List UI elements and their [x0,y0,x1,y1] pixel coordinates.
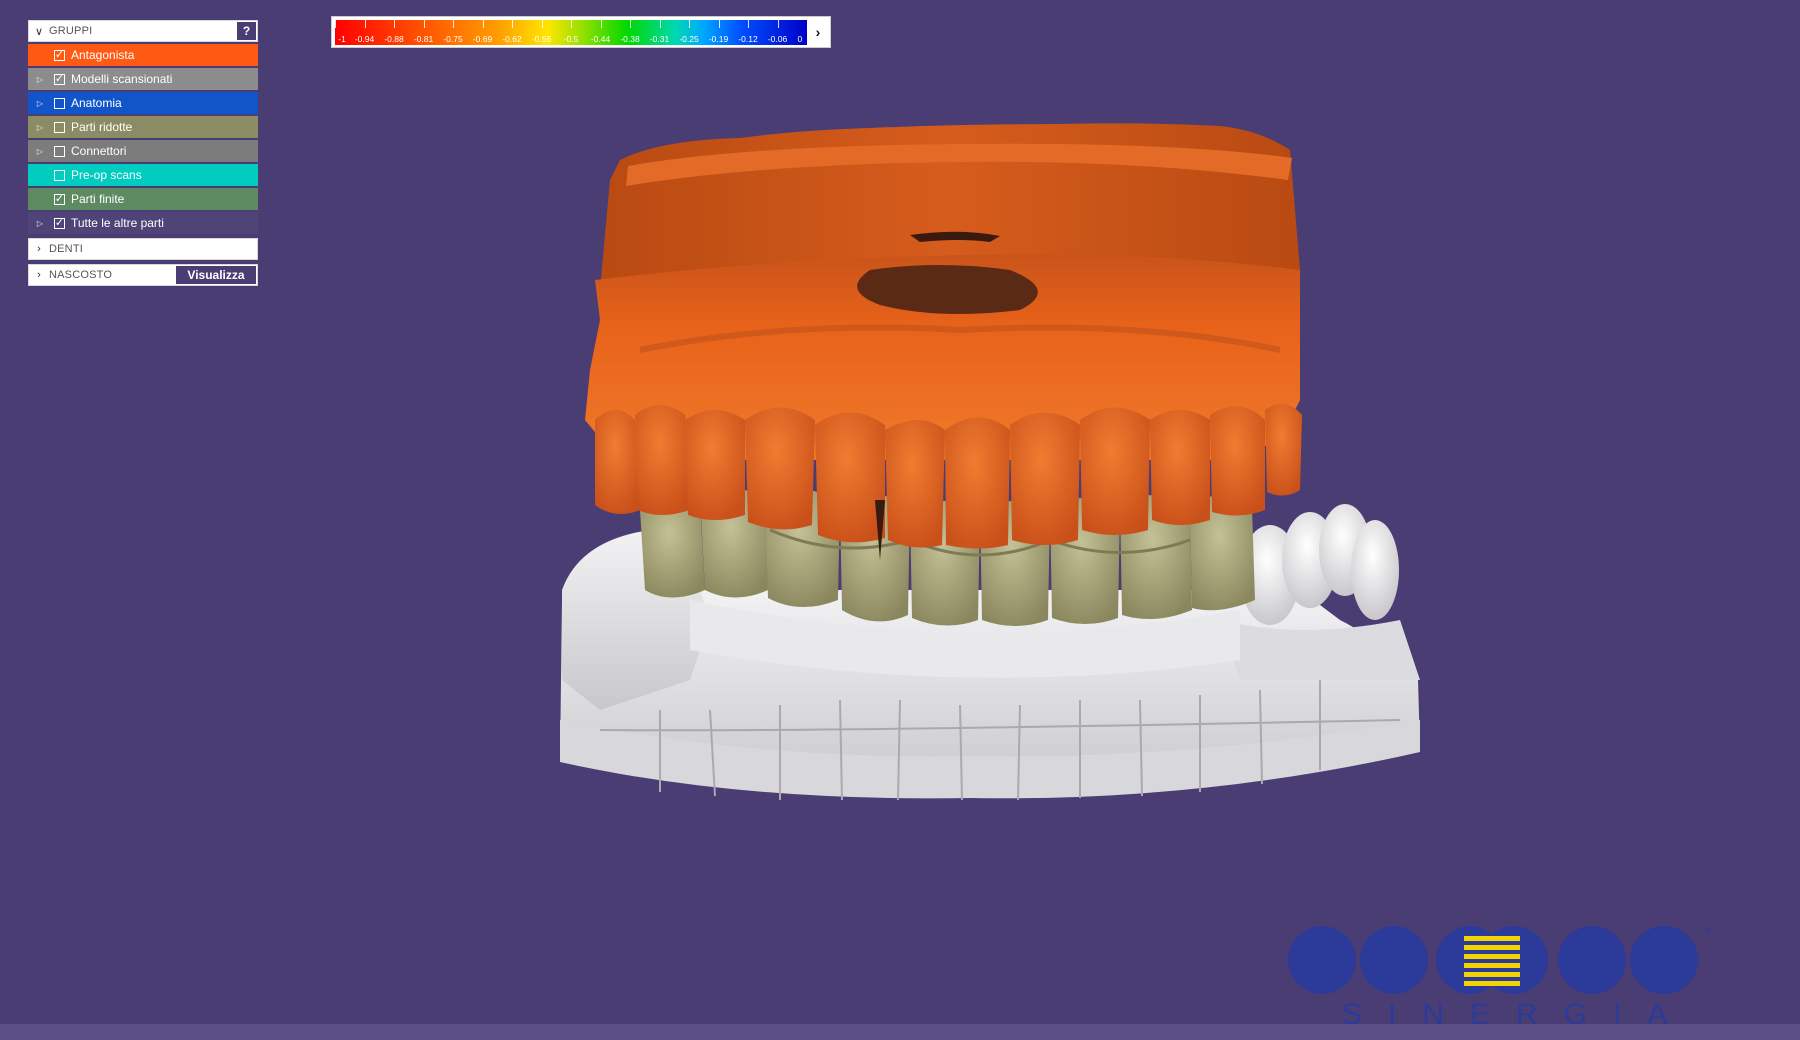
logo-circles [1288,926,1698,994]
scale-tick-label: -0.94 [354,34,375,44]
scale-tick [600,20,602,28]
scale-tick-label: -0.62 [502,34,522,44]
hidden-section-header[interactable]: › NASCOSTO Visualizza [28,264,258,286]
scale-tick-label: -0.5 [563,34,579,44]
visualizza-button[interactable]: Visualizza [176,266,256,284]
scale-tick-label: -0.12 [738,34,758,44]
group-row-modelli-scansionati[interactable]: ▷ ✓ Modelli scansionati [28,68,258,90]
hidden-section-label: NASCOSTO [49,269,113,281]
scale-tick-label: -0.31 [649,34,670,44]
chevron-down-icon: ∨ [34,25,44,38]
scale-tick [630,20,631,28]
scale-tick-label: -0.44 [590,34,611,44]
expand-triangle-icon[interactable]: ▷ [32,99,48,108]
scale-tick [777,20,779,28]
dental-3d-model[interactable] [540,120,1440,820]
logo-registered-mark: ® [1704,926,1711,936]
group-label: Antagonista [71,48,135,62]
group-checkbox[interactable]: ✓ [54,49,65,61]
color-scale-bar: -1 -0.94 -0.88 -0.81 -0.75 -0.69 -0.62 -0.56 -0.… [335,20,807,45]
groups-header-label: GRUPPI [49,25,93,37]
group-checkbox[interactable] [54,121,65,133]
expand-triangle-icon[interactable]: ▷ [32,219,48,228]
group-checkbox[interactable]: ✓ [54,217,65,229]
denti-section-header[interactable]: › DENTI [28,238,258,260]
group-checkbox[interactable] [54,169,65,181]
antagonist-model [585,123,1302,560]
group-row-tutte-le-altre-parti[interactable]: ▷ ✓ Tutte le altre parti [28,212,258,234]
deviation-color-scale: -1 -0.94 -0.88 -0.81 -0.75 -0.69 -0.62 -0.56 -0.… [331,16,831,48]
scale-tick-label: -1 [338,34,346,44]
3d-viewport[interactable]: ∨ GRUPPI ? ✓ Antagonista ▷ ✓ Modelli scansio… [0,0,1800,1031]
group-label: Parti ridotte [71,120,133,134]
expand-triangle-icon[interactable]: ▷ [32,75,48,84]
group-checkbox[interactable]: ✓ [54,193,65,205]
scale-tick [394,20,395,28]
sinergia-logo: SINERGIA ® [1282,922,1722,1031]
scale-tick-label: -0.69 [472,34,493,44]
group-row-parti-ridotte[interactable]: ▷ Parti ridotte [28,116,258,138]
expand-triangle-icon[interactable]: ▷ [32,123,48,132]
chevron-right-icon: › [37,243,41,255]
scale-tick [541,20,543,28]
scale-tick [423,20,425,28]
group-checkbox[interactable] [54,145,65,157]
group-label: Modelli scansionati [71,72,173,86]
scale-tick-label: -0.88 [384,34,404,44]
scale-tick-label: 0 [797,34,803,44]
scale-tick [364,20,366,28]
scale-tick [512,20,513,28]
denti-section-label: DENTI [49,243,83,255]
scale-tick [689,20,690,28]
groups-panel: ∨ GRUPPI ? ✓ Antagonista ▷ ✓ Modelli scansio… [28,20,258,286]
groups-header[interactable]: ∨ GRUPPI ? [28,20,258,42]
group-label: Anatomia [71,96,122,110]
expand-triangle-icon[interactable]: ▷ [32,147,48,156]
help-button[interactable]: ? [237,22,256,40]
scale-tick-label: -0.81 [413,34,434,44]
scale-tick [748,20,749,28]
group-label: Tutte le altre parti [71,216,164,230]
scale-tick-label: -0.06 [767,34,788,44]
group-checkbox[interactable] [54,97,65,109]
scale-tick-label: -0.75 [443,34,463,44]
chevron-right-icon: › [37,269,41,281]
scale-tick [482,20,484,28]
bottom-status-strip [0,1024,1800,1040]
group-row-antagonista[interactable]: ✓ Antagonista [28,44,258,66]
group-row-anatomia[interactable]: ▷ Anatomia [28,92,258,114]
scale-tick-label: -0.25 [679,34,699,44]
group-checkbox[interactable]: ✓ [54,73,65,85]
scale-tick [335,20,336,28]
group-label: Connettori [71,144,127,158]
scale-tick-label: -0.38 [620,34,640,44]
scale-tick-label: -0.56 [531,34,552,44]
group-row-pre-op-scans[interactable]: Pre-op scans [28,164,258,186]
group-label: Parti finite [71,192,125,206]
scale-tick [571,20,572,28]
scale-tick [718,20,720,28]
group-label: Pre-op scans [71,168,142,182]
group-row-parti-finite[interactable]: ✓ Parti finite [28,188,258,210]
chevron-right-icon[interactable]: › [806,17,830,47]
scale-tick-label: -0.19 [708,34,729,44]
group-row-connettori[interactable]: ▷ Connettori [28,140,258,162]
scale-tick [659,20,661,28]
scale-tick [453,20,454,28]
